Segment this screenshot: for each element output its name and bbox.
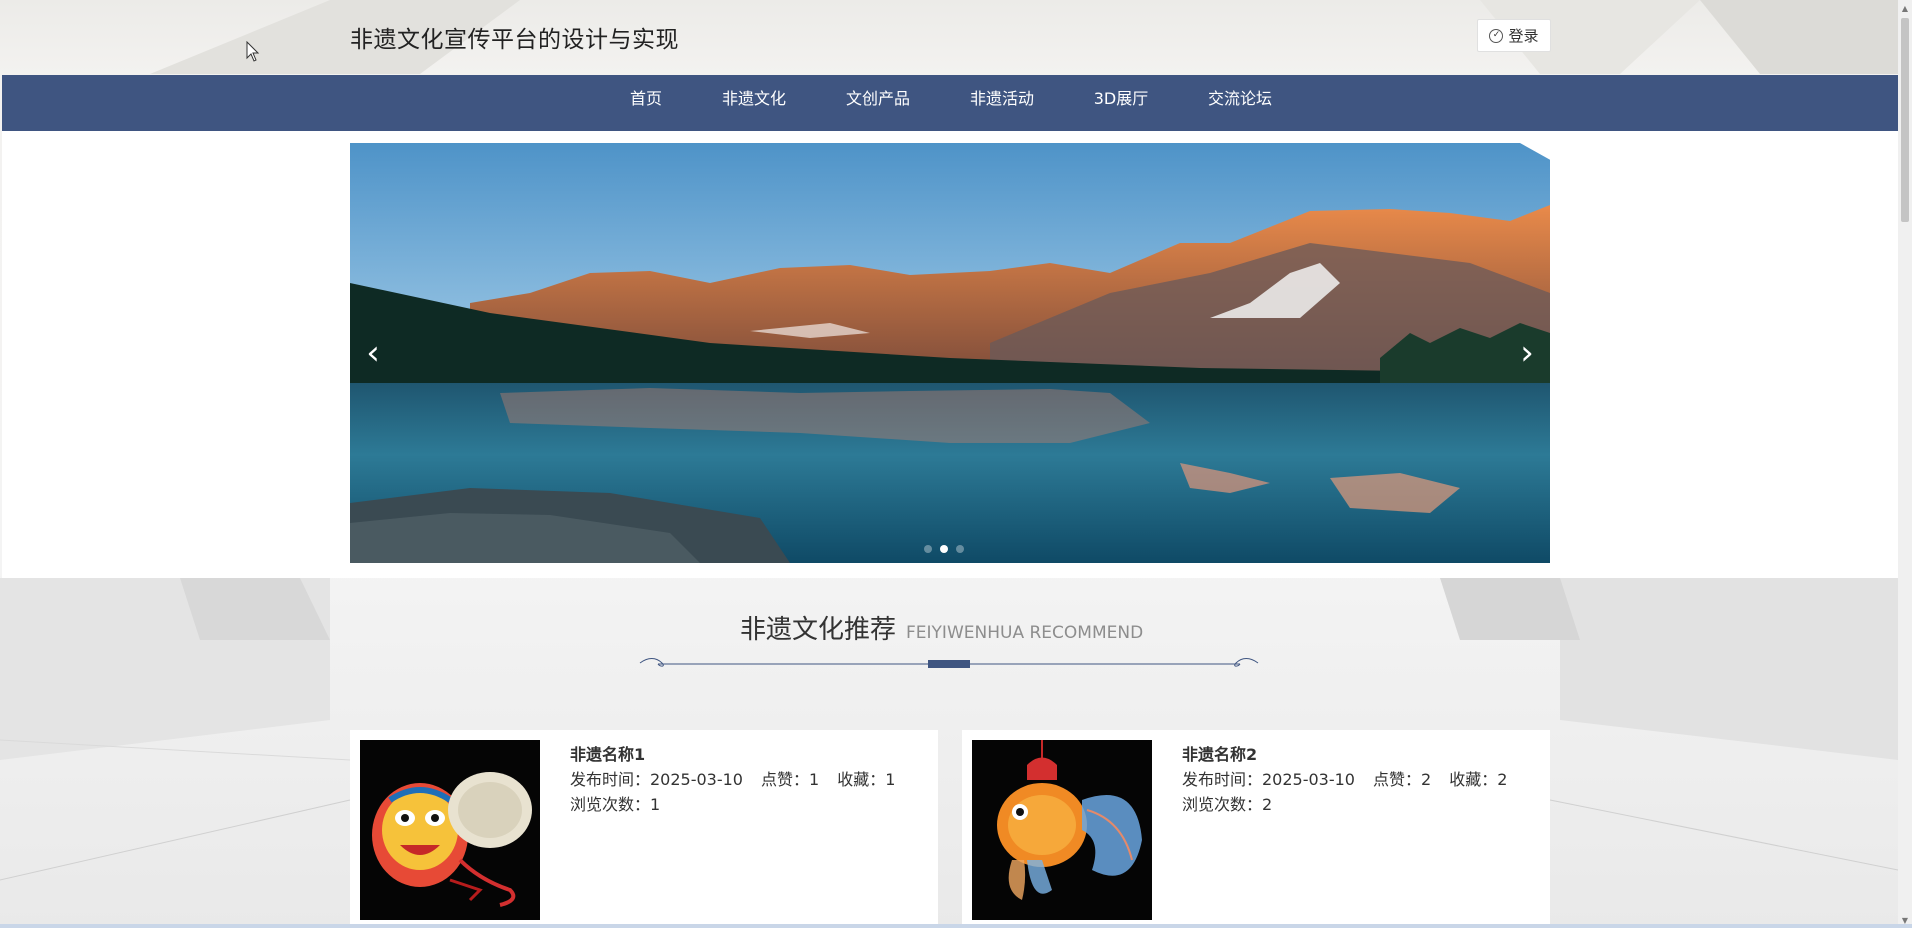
scroll-up-arrow-icon[interactable]: ▲ [1898,0,1912,16]
section-title-en: FEIYIWENHUA RECOMMEND [906,623,1144,643]
section-divider [639,658,1259,668]
heritage-name: 非遗名称2 [1182,745,1258,764]
carousel-dots [924,545,964,553]
publish-date: 发布时间：2025-03-10 [1182,770,1355,789]
login-button[interactable]: ✓ 登录 [1477,19,1551,52]
page: 非遗文化宣传平台的设计与实现 ✓ 登录 首页 非遗文化 文创产品 非遗活动 3D… [0,0,1898,928]
view-count: 浏览次数：2 [1182,795,1273,814]
site-title: 非遗文化宣传平台的设计与实现 [350,27,679,53]
publish-date: 发布时间：2025-03-10 [570,770,743,789]
like-count: 点赞：1 [761,770,820,789]
nav-item-home[interactable]: 首页 [600,75,692,118]
section-heading: 非遗文化推荐 FEIYIWENHUA RECOMMEND [740,609,1143,646]
carousel-next-button[interactable]: › [1512,333,1542,373]
heritage-name: 非遗名称1 [570,745,646,764]
heritage-meta: 发布时间：2025-03-10 点赞：1 收藏：1 [570,767,913,792]
banner-carousel[interactable]: ‹ › [350,143,1550,563]
chevron-right-icon: › [1520,333,1534,373]
carousel-dot[interactable] [924,545,932,553]
chevron-left-icon: ‹ [366,333,380,373]
heritage-thumbnail [972,740,1152,920]
section-title-cn: 非遗文化推荐 [740,615,897,645]
carousel-dot-active[interactable] [940,545,948,553]
heritage-card[interactable]: 非遗名称1 发布时间：2025-03-10 点赞：1 收藏：1 浏览次数：1 [350,730,938,928]
heritage-info: 非遗名称2 发布时间：2025-03-10 点赞：2 收藏：2 浏览次数：2 [1182,742,1525,817]
scrollbar-thumb[interactable] [1901,18,1909,222]
view-count: 浏览次数：1 [570,795,661,814]
top-header: 非遗文化宣传平台的设计与实现 ✓ 登录 [0,0,1898,74]
heritage-card[interactable]: 非遗名称2 发布时间：2025-03-10 点赞：2 收藏：2 浏览次数：2 [962,730,1550,928]
vertical-scrollbar[interactable]: ▲ ▼ [1898,0,1912,928]
carousel-prev-button[interactable]: ‹ [358,333,388,373]
main-navbar: 首页 非遗文化 文创产品 非遗活动 3D展厅 交流论坛 [2,75,1898,131]
favorite-count: 收藏：1 [837,770,896,789]
nav-item-heritage-activities[interactable]: 非遗活动 [940,75,1064,118]
nav-item-3d-gallery[interactable]: 3D展厅 [1064,75,1178,118]
nav-item-heritage-culture[interactable]: 非遗文化 [692,75,816,118]
window-bottom-edge [0,924,1912,928]
like-count: 点赞：2 [1373,770,1432,789]
heritage-thumbnail [360,740,540,920]
carousel-dot[interactable] [956,545,964,553]
nav-menu: 首页 非遗文化 文创产品 非遗活动 3D展厅 交流论坛 [600,75,1302,118]
heritage-meta: 发布时间：2025-03-10 点赞：2 收藏：2 [1182,767,1525,792]
favorite-count: 收藏：2 [1449,770,1508,789]
mouse-cursor-icon [246,41,260,62]
nav-item-creative-products[interactable]: 文创产品 [816,75,940,118]
login-label: 登录 [1508,27,1539,45]
nav-item-forum[interactable]: 交流论坛 [1178,75,1302,118]
carousel-slide-image [350,143,1550,563]
heritage-info: 非遗名称1 发布时间：2025-03-10 点赞：1 收藏：1 浏览次数：1 [570,742,913,817]
check-circle-icon: ✓ [1489,28,1504,43]
